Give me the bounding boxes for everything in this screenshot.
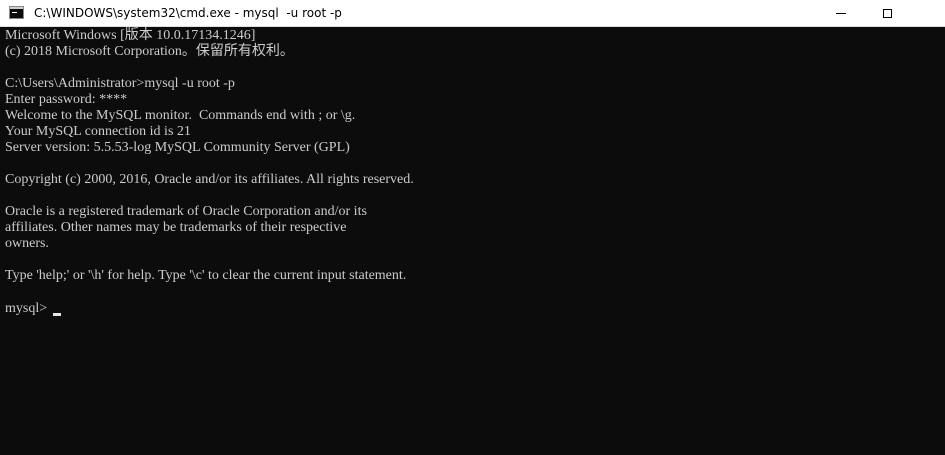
maximize-button[interactable] [864, 0, 910, 27]
console-line: owners. [5, 236, 49, 251]
minimize-icon [836, 13, 846, 14]
console-line: Copyright (c) 2000, 2016, Oracle and/or … [5, 172, 414, 187]
console-line: affiliates. Other names may be trademark… [5, 220, 347, 235]
console-line: Microsoft Windows [版本 10.0.17134.1246] [5, 28, 256, 43]
command-prompt-line[interactable]: mysql> [5, 301, 62, 317]
console-line: Type 'help;' or '\h' for help. Type '\c'… [5, 268, 407, 283]
text-cursor [53, 312, 62, 316]
console-line: Your MySQL connection id is 21 [5, 124, 191, 139]
minimize-button[interactable] [818, 0, 864, 27]
console-line: Enter password: **** [5, 92, 128, 107]
title-bar[interactable]: C:\WINDOWS\system32\cmd.exe - mysql -u r… [0, 0, 945, 27]
console-line: Oracle is a registered trademark of Orac… [5, 204, 367, 219]
console-line: C:\Users\Administrator>mysql -u root -p [5, 76, 235, 91]
cmd-window: C:\WINDOWS\system32\cmd.exe - mysql -u r… [0, 0, 945, 455]
console-line: Server version: 5.5.53-log MySQL Communi… [5, 140, 350, 155]
cmd-icon[interactable] [9, 6, 24, 19]
console-output[interactable]: Microsoft Windows [版本 10.0.17134.1246] (c… [0, 27, 945, 455]
console-line: (c) 2018 Microsoft Corporation。保留所有权利。 [5, 44, 294, 59]
console-lines: Microsoft Windows [版本 10.0.17134.1246] (c… [5, 28, 414, 300]
console-line: Welcome to the MySQL monitor. Commands e… [5, 108, 356, 123]
mysql-prompt: mysql> [5, 301, 48, 316]
maximize-icon [882, 9, 892, 18]
window-title: C:\WINDOWS\system32\cmd.exe - mysql -u r… [34, 6, 342, 20]
